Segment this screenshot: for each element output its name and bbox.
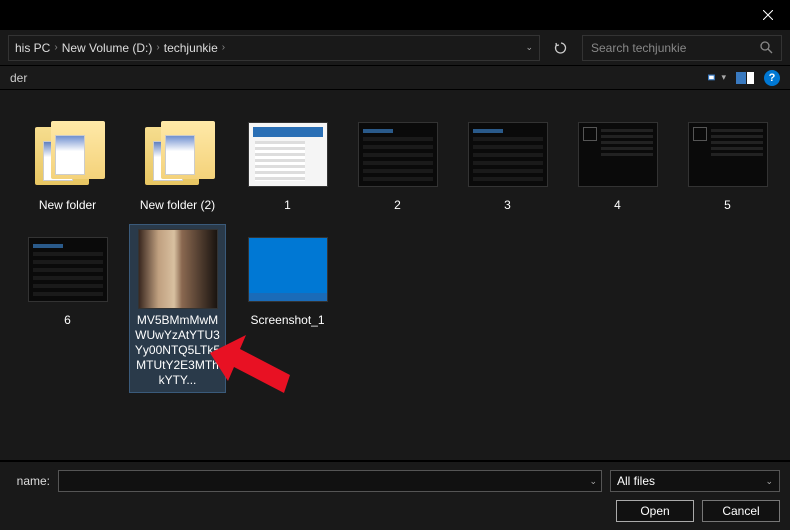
image-thumbnail xyxy=(578,122,658,187)
navbar: his PC › New Volume (D:) › techjunkie › … xyxy=(0,30,790,66)
image-item[interactable]: 1 xyxy=(240,110,335,217)
image-thumbnail xyxy=(468,122,548,187)
refresh-icon xyxy=(554,41,568,55)
chevron-down-icon[interactable]: ⌄ xyxy=(589,476,597,487)
image-item[interactable]: 5 xyxy=(680,110,775,217)
item-label: New folder (2) xyxy=(140,198,215,213)
file-list: New folder New folder (2) 1 2 3 4 5 6 MV… xyxy=(0,90,790,460)
item-label: New folder xyxy=(39,198,96,213)
item-label: 6 xyxy=(64,313,71,328)
item-label: Screenshot_1 xyxy=(250,313,324,328)
search-icon xyxy=(760,41,773,54)
view-options-button[interactable]: ▾ xyxy=(708,70,726,86)
chevron-down-icon: ⌄ xyxy=(765,476,773,487)
titlebar xyxy=(0,0,790,30)
bottom-bar: name: ⌄ All files ⌄ Open Cancel xyxy=(0,461,790,530)
filetype-value: All files xyxy=(617,474,655,488)
folder-icon xyxy=(139,119,217,189)
open-button[interactable]: Open xyxy=(616,500,694,522)
search-input[interactable]: Search techjunkie xyxy=(582,35,782,61)
chevron-right-icon: › xyxy=(156,42,159,53)
image-item[interactable]: 6 xyxy=(20,225,115,392)
close-icon xyxy=(763,10,773,20)
item-label: 4 xyxy=(614,198,621,213)
item-label: 5 xyxy=(724,198,731,213)
chevron-down-icon[interactable]: ⌄ xyxy=(525,42,533,53)
folder-icon xyxy=(29,119,107,189)
item-label: MV5BMmMwMWUwYzAtYTU3Yy00NTQ5LTk5MTUtY2E3… xyxy=(134,313,221,388)
help-button[interactable]: ? xyxy=(764,70,780,86)
close-button[interactable] xyxy=(745,0,790,30)
image-thumbnail xyxy=(28,237,108,302)
help-icon: ? xyxy=(769,72,776,84)
breadcrumb-part[interactable]: his PC xyxy=(15,41,50,55)
chevron-right-icon: › xyxy=(222,42,225,53)
item-label: 3 xyxy=(504,198,511,213)
image-thumbnail xyxy=(358,122,438,187)
search-placeholder: Search techjunkie xyxy=(591,41,686,55)
chevron-down-icon: ▾ xyxy=(721,72,726,83)
item-label: 1 xyxy=(284,198,291,213)
image-item[interactable]: 3 xyxy=(460,110,555,217)
toolbar: der ▾ ? xyxy=(0,66,790,90)
folder-item[interactable]: New folder xyxy=(20,110,115,217)
refresh-button[interactable] xyxy=(546,35,576,61)
folder-item[interactable]: New folder (2) xyxy=(130,110,225,217)
breadcrumb[interactable]: his PC › New Volume (D:) › techjunkie › … xyxy=(8,35,540,61)
breadcrumb-part[interactable]: techjunkie xyxy=(164,41,218,55)
image-item[interactable]: 4 xyxy=(570,110,665,217)
image-item[interactable]: 2 xyxy=(350,110,445,217)
image-item[interactable]: Screenshot_1 xyxy=(240,225,335,392)
filetype-select[interactable]: All files ⌄ xyxy=(610,470,780,492)
toolbar-left-label: der xyxy=(10,71,27,85)
chevron-right-icon: › xyxy=(54,42,57,53)
cancel-button[interactable]: Cancel xyxy=(702,500,780,522)
filename-label: name: xyxy=(10,474,50,488)
filename-input[interactable]: ⌄ xyxy=(58,470,602,492)
item-label: 2 xyxy=(394,198,401,213)
image-thumbnail xyxy=(248,237,328,302)
image-item[interactable]: MV5BMmMwMWUwYzAtYTU3Yy00NTQ5LTk5MTUtY2E3… xyxy=(130,225,225,392)
preview-pane-button[interactable] xyxy=(736,70,754,86)
image-thumbnail xyxy=(138,229,218,309)
image-thumbnail xyxy=(248,122,328,187)
image-thumbnail xyxy=(688,122,768,187)
breadcrumb-part[interactable]: New Volume (D:) xyxy=(62,41,153,55)
